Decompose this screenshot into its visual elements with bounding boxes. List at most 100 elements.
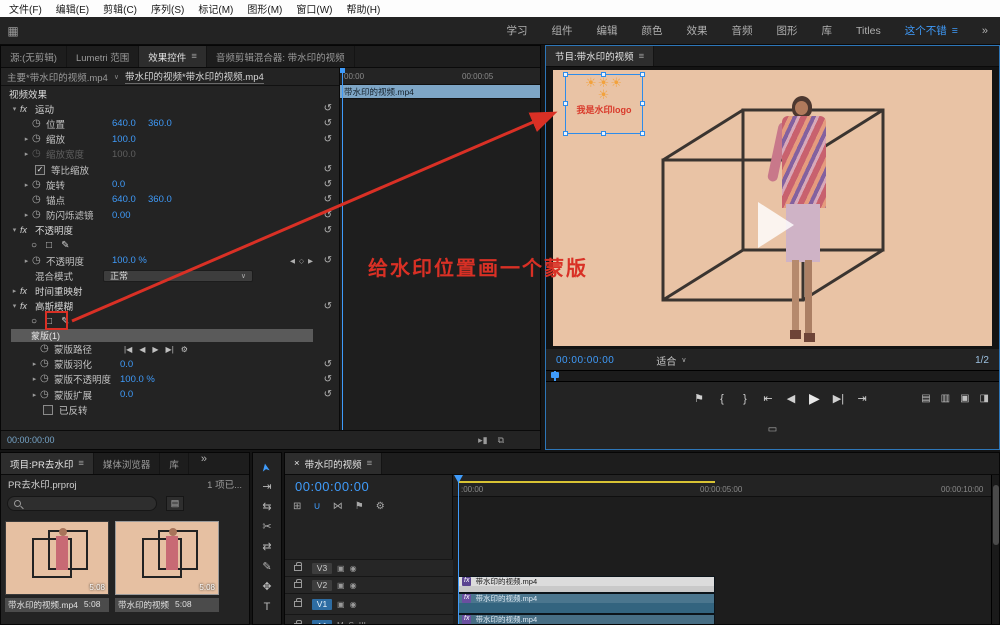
reset-icon[interactable]: ↺ [324, 389, 332, 400]
watermark-handle-n[interactable] [601, 72, 606, 77]
param-value[interactable]: 100.0 [112, 149, 148, 160]
param-value[interactable]: 360.0 [148, 118, 184, 129]
timeline-clip-v2[interactable]: fx带水印的视频.mp4 [458, 576, 715, 593]
workspace-tab[interactable]: 图形 [765, 23, 810, 38]
workspace-tab[interactable]: 效果 [675, 23, 720, 38]
menu-item[interactable]: 帮助(H) [339, 1, 387, 16]
reset-icon[interactable]: ↺ [324, 164, 332, 175]
watermark-handle-w[interactable] [563, 101, 568, 106]
mini-timeline-clip[interactable]: 带水印的视频.mp4 [340, 85, 540, 99]
twirl-icon[interactable]: ▸ [21, 257, 32, 265]
mini-playhead[interactable] [342, 68, 343, 432]
twirl-icon[interactable]: ▸ [9, 287, 20, 295]
target-clip-label[interactable]: 带水印的视频*带水印的视频.mp4 [125, 69, 264, 84]
mute-button[interactable]: M [337, 621, 344, 625]
zoom-level-select[interactable]: 适合 ∨ [656, 353, 686, 368]
workspace-overflow-icon[interactable]: » [970, 25, 1000, 37]
project-item-name[interactable]: 带水印的视频5:08 [115, 598, 219, 612]
checkbox[interactable] [43, 405, 53, 415]
reset-icon[interactable]: ↺ [324, 210, 332, 221]
checkbox[interactable]: ✓ [35, 165, 45, 175]
mask-item[interactable]: 蒙版(1) [26, 329, 313, 342]
mask-track-forward-icon[interactable]: ▶| [166, 345, 174, 354]
timeline-settings-icon[interactable]: ⊞ [293, 501, 301, 512]
track-target-v3[interactable]: V3 [312, 563, 332, 574]
mini-timeline-ruler[interactable]: 00:00 00:00:05 [340, 68, 540, 85]
playhead[interactable] [458, 475, 459, 624]
twirl-icon[interactable]: ▾ [9, 226, 20, 234]
linked-selection-icon[interactable]: ⋈ [333, 501, 343, 512]
workspace-menu-icon[interactable]: ≡ [952, 25, 958, 37]
track-select-forward-tool[interactable]: ⇥ [262, 481, 271, 494]
slip-tool[interactable]: ⇄ [262, 541, 271, 554]
param-value[interactable]: 360.0 [148, 194, 184, 205]
reset-icon[interactable]: ↺ [324, 134, 332, 145]
panel-menu-icon[interactable]: ≡ [367, 458, 373, 469]
reset-icon[interactable]: ↺ [324, 374, 332, 385]
type-tool[interactable]: T [264, 601, 271, 614]
track-output-icon[interactable]: ◉ [350, 581, 357, 590]
stopwatch-icon[interactable]: ◷ [32, 256, 46, 266]
track-target-a1[interactable]: A1 [312, 620, 332, 625]
track-lock-icon[interactable] [294, 565, 302, 571]
program-extract-icon[interactable]: ▥ [941, 393, 950, 404]
menu-item[interactable]: 编辑(E) [49, 1, 96, 16]
program-play-icon[interactable]: ▶ [809, 390, 820, 407]
program-step-forward-icon[interactable]: ▶| [833, 392, 844, 405]
project-panel-tab[interactable]: 媒体浏览器 [94, 453, 161, 474]
timeline-clip-v1[interactable]: fx带水印的视频.mp4 [458, 593, 715, 614]
mic-icon[interactable]: Ψ [359, 621, 366, 625]
effects-panel-tab[interactable]: 音频剪辑混合器: 带水印的视频 [207, 46, 355, 67]
effects-mini-timeline[interactable]: 00:00 00:00:05 带水印的视频.mp4 [339, 68, 540, 432]
razor-tool[interactable]: ✂ [262, 521, 271, 534]
program-lift-icon[interactable]: ▤ [921, 393, 930, 404]
param-value[interactable]: 0.0 [120, 359, 156, 370]
list-view-icon[interactable]: ▤ [166, 496, 184, 511]
workspace-tab[interactable]: 库 [810, 23, 845, 38]
reset-icon[interactable]: ↺ [324, 118, 332, 129]
scrollbar-thumb[interactable] [993, 485, 999, 545]
stopwatch-icon[interactable]: ◷ [32, 119, 46, 129]
param-value[interactable]: 0.00 [112, 210, 148, 221]
add-marker-icon[interactable]: ⚑ [355, 501, 364, 512]
mask-step-back-icon[interactable]: ◀ [139, 345, 145, 354]
menu-item[interactable]: 序列(S) [144, 1, 191, 16]
program-mark-in-icon[interactable]: { [717, 393, 727, 405]
ellipse-mask-icon[interactable]: ○ [31, 240, 37, 251]
menu-item[interactable]: 文件(F) [2, 1, 49, 16]
project-file-name[interactable]: PR去水印.prproj [8, 477, 77, 491]
project-item-thumbnail[interactable]: 5:08 [5, 521, 109, 595]
stopwatch-icon[interactable]: ◷ [32, 180, 46, 190]
track-target-v1[interactable]: V1 [312, 599, 332, 610]
program-step-back-icon[interactable]: ◀ [786, 392, 796, 405]
track-toggle-icon[interactable]: ▣ [337, 581, 345, 590]
track-toggle-icon[interactable]: ▣ [337, 600, 345, 609]
project-overflow-icon[interactable]: » [189, 453, 219, 474]
timeline-tab[interactable]: × 带水印的视频 ≡ [285, 453, 382, 474]
project-panel-tab[interactable]: 库 [160, 453, 189, 474]
effects-panel-tab[interactable]: 效果控件≡ [139, 46, 207, 67]
workspace-tab[interactable]: 组件 [540, 23, 585, 38]
pen-mask-icon[interactable]: ✎ [61, 316, 69, 327]
watermark-handle-s[interactable] [601, 131, 606, 136]
home-icon[interactable]: ▦ [0, 24, 26, 38]
twirl-icon[interactable]: ▸ [21, 181, 32, 189]
twirl-icon[interactable]: ▾ [9, 302, 20, 310]
workspace-tab[interactable]: 编辑 [585, 23, 630, 38]
watermark-handle-se[interactable] [640, 131, 645, 136]
selection-tool[interactable]: ➤ [260, 462, 274, 473]
track-toggle-icon[interactable]: ▣ [337, 564, 345, 573]
track-output-icon[interactable]: ◉ [350, 564, 357, 573]
stopwatch-icon[interactable]: ◷ [40, 344, 54, 354]
watermark-handle-ne[interactable] [640, 72, 645, 77]
reset-icon[interactable]: ↺ [324, 301, 332, 312]
param-value[interactable]: 100.0 % [112, 255, 148, 266]
twirl-icon[interactable]: ▸ [29, 391, 40, 399]
panel-menu-icon[interactable]: ≡ [191, 51, 197, 62]
workspace-tab[interactable]: 这个不错≡ [893, 23, 970, 38]
param-value[interactable]: 100.0 % [120, 374, 156, 385]
playback-resolution[interactable]: 1/2 [975, 355, 989, 366]
reset-icon[interactable]: ↺ [324, 103, 332, 114]
workspace-tab[interactable]: Titles [844, 25, 893, 37]
reset-icon[interactable]: ↺ [324, 225, 332, 236]
